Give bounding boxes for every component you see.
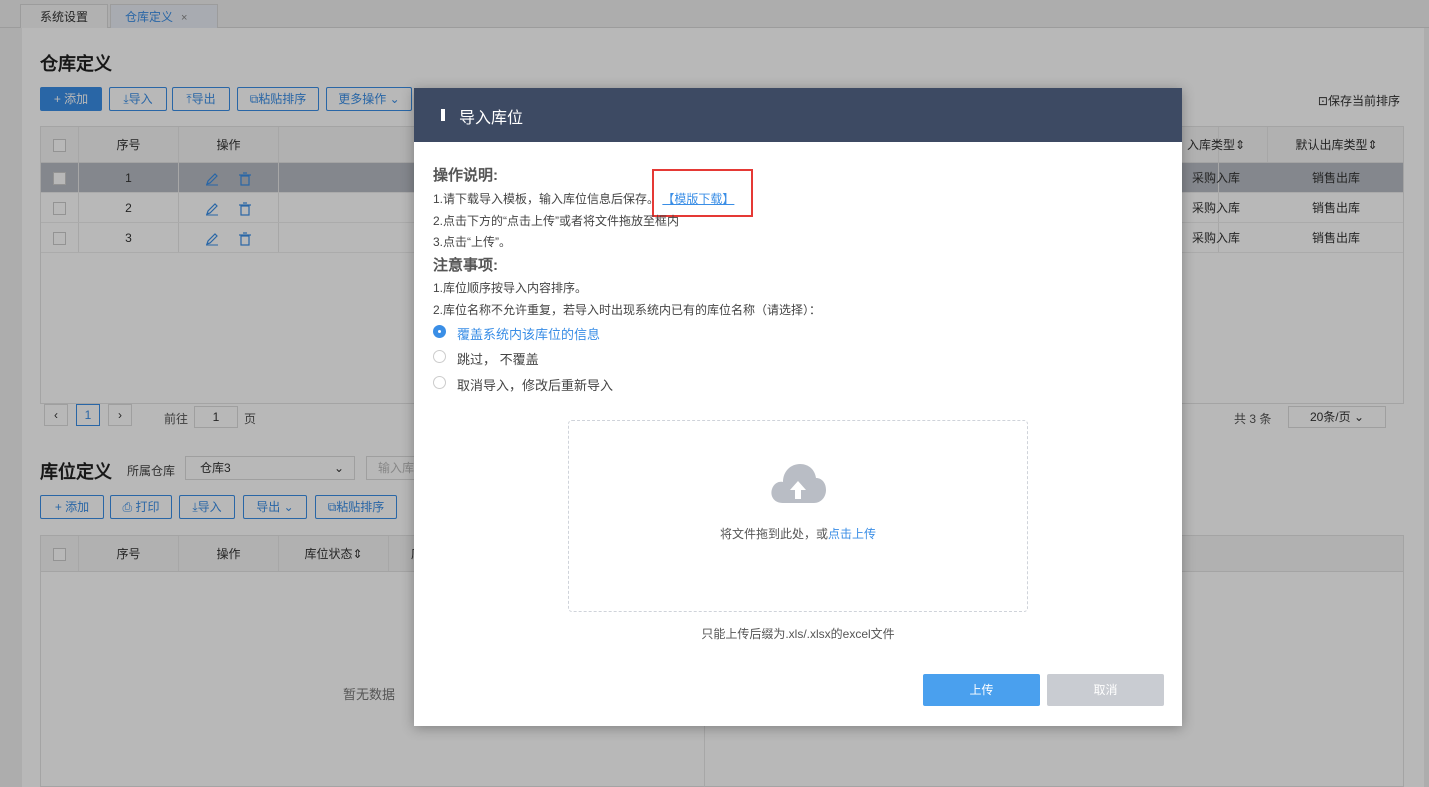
import-locations-dialog: 导入库位 操作说明: 1.请下载导入模板，输入库位信息后保存。 【模版下载】 2… xyxy=(414,88,1182,726)
radio-cancel-import[interactable] xyxy=(433,376,446,389)
dialog-title: 导入库位 xyxy=(459,110,524,127)
notes-heading: 注意事项: xyxy=(433,257,498,274)
instruction-2: 2.点击下方的“点击上传”或者将文件拖放至框内 xyxy=(433,214,680,228)
instructions-heading: 操作说明: xyxy=(433,167,498,184)
instruction-1-text: 1.请下载导入模板，输入库位信息后保存。 xyxy=(433,192,660,206)
instruction-3: 3.点击“上传”。 xyxy=(433,235,512,249)
title-accent-bar xyxy=(441,109,445,121)
dropzone-text: 将文件拖到此处，或点击上传 xyxy=(569,525,1027,542)
option-skip-label[interactable]: 跳过， 不覆盖 xyxy=(457,349,539,368)
cancel-button[interactable]: 取消 xyxy=(1047,674,1164,706)
option-overwrite-label[interactable]: 覆盖系统内该库位的信息 xyxy=(457,324,600,343)
highlight-box xyxy=(652,169,753,217)
upload-button[interactable]: 上传 xyxy=(923,674,1040,706)
note-1: 1.库位顺序按导入内容排序。 xyxy=(433,281,588,295)
option-cancel-import-label[interactable]: 取消导入，修改后重新导入 xyxy=(457,375,613,394)
click-upload-link[interactable]: 点击上传 xyxy=(828,527,876,541)
dialog-header: 导入库位 xyxy=(414,88,1182,142)
radio-skip[interactable] xyxy=(433,350,446,363)
note-2: 2.库位名称不允许重复，若导入时出现系统内已有的库位名称（请选择）： xyxy=(433,303,822,317)
dropzone-instruction: 将文件拖到此处，或 xyxy=(719,527,828,541)
cloud-upload-icon xyxy=(771,464,826,503)
radio-overwrite[interactable] xyxy=(433,325,446,338)
file-type-hint: 只能上传后缀为.xls/.xlsx的excel文件 xyxy=(701,627,895,641)
file-dropzone[interactable]: 将文件拖到此处，或点击上传 xyxy=(568,420,1028,612)
